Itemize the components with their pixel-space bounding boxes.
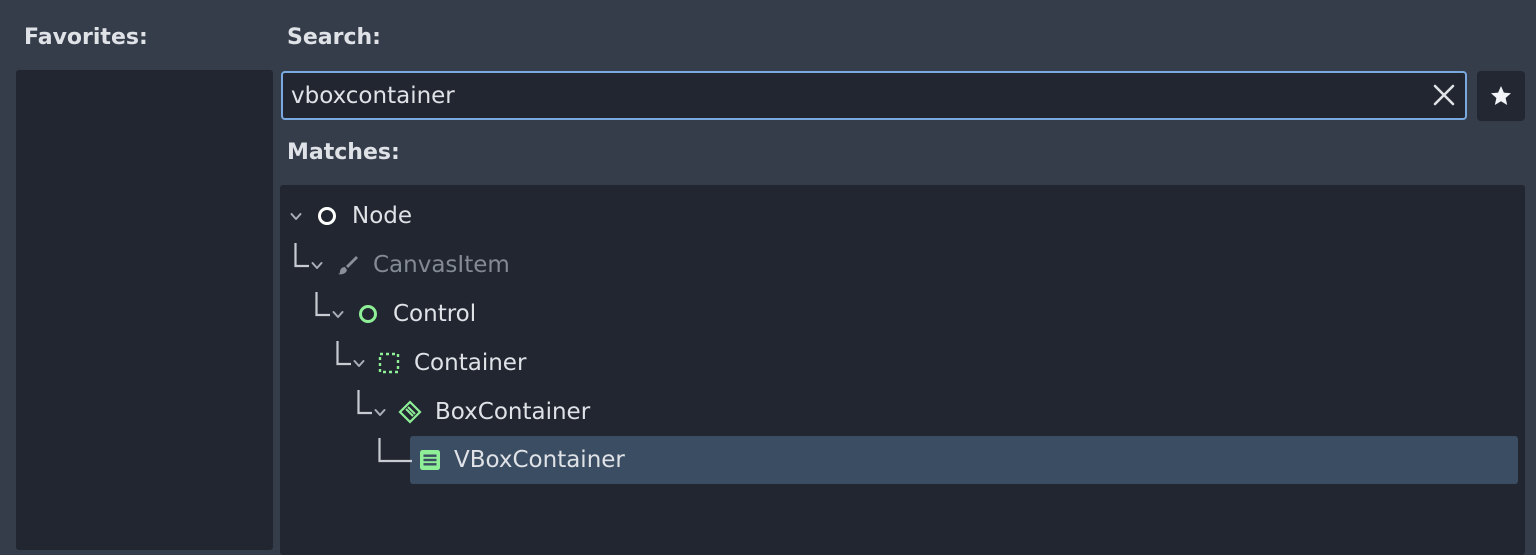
tree-guide-line bbox=[294, 243, 309, 268]
tree-guide-line bbox=[357, 390, 372, 415]
tree-item-container[interactable]: Container bbox=[280, 339, 1525, 387]
chevron-down-icon[interactable] bbox=[290, 212, 302, 222]
chevron-down-icon[interactable] bbox=[311, 261, 323, 271]
tree-item-vboxcontainer[interactable]: VBoxContainer bbox=[280, 436, 1525, 484]
tree-item-canvasitem[interactable]: CanvasItem bbox=[280, 241, 1525, 289]
tree-item-label: Node bbox=[352, 203, 413, 229]
chevron-down-icon[interactable] bbox=[374, 408, 386, 418]
search-input[interactable] bbox=[291, 73, 1411, 118]
favorites-list[interactable] bbox=[16, 70, 273, 550]
node-circle-icon bbox=[318, 207, 336, 225]
chevron-down-icon[interactable] bbox=[353, 359, 365, 369]
vboxcontainer-icon bbox=[420, 450, 440, 470]
tree-item-label: Container bbox=[414, 350, 527, 376]
matches-label: Matches: bbox=[287, 140, 400, 165]
tree-item-label: CanvasItem bbox=[373, 252, 510, 278]
tree-guide-line bbox=[378, 438, 412, 463]
tree-item-control[interactable]: Control bbox=[280, 290, 1525, 338]
tree-guide-line bbox=[315, 292, 330, 317]
search-label: Search: bbox=[287, 25, 381, 50]
search-box[interactable] bbox=[281, 71, 1467, 120]
tree-guide-line bbox=[336, 341, 351, 366]
tree-item-label: VBoxContainer bbox=[454, 447, 625, 473]
favorite-button[interactable] bbox=[1477, 71, 1525, 121]
matches-tree[interactable]: Node CanvasItem Control Container BoxCon… bbox=[280, 185, 1525, 555]
tree-item-label: Control bbox=[393, 301, 477, 327]
star-icon bbox=[1491, 86, 1511, 105]
tree-item-boxcontainer[interactable]: BoxContainer bbox=[280, 388, 1525, 436]
tree-item-node[interactable]: Node bbox=[280, 192, 1525, 240]
brush-icon bbox=[338, 256, 358, 275]
favorites-label: Favorites: bbox=[24, 25, 148, 50]
container-dotted-icon bbox=[378, 352, 400, 374]
close-icon[interactable] bbox=[1431, 82, 1457, 108]
control-circle-icon bbox=[359, 305, 377, 323]
boxcontainer-icon bbox=[398, 400, 422, 424]
tree-item-label: BoxContainer bbox=[435, 399, 591, 425]
chevron-down-icon[interactable] bbox=[332, 310, 344, 320]
